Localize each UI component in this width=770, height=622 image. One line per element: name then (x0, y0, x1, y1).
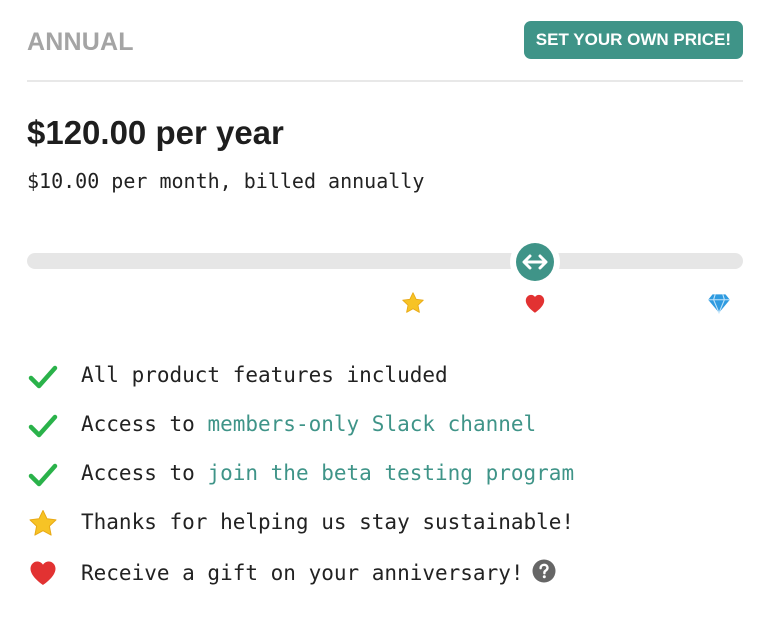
feature-text-part: Thanks for helping us stay sustainable! (81, 510, 575, 534)
diamond-icon (708, 294, 730, 315)
heart-icon (30, 561, 56, 585)
plan-price: $120.00 per year (27, 114, 284, 151)
check-icon (28, 463, 58, 487)
tier-star-icon[interactable] (400, 290, 426, 316)
feature-text-part: Access to (81, 461, 208, 485)
price-slider-handle[interactable] (510, 237, 561, 287)
feature-text-part: All product features included (81, 363, 448, 387)
plan-price-subtitle: $10.00 per month, billed annually (27, 169, 425, 193)
feature-text-part: Receive a gift on your anniversary! (81, 561, 524, 585)
feature-text: Access to members-only Slack channel (81, 412, 536, 436)
plan-header: ANNUAL SET YOUR OWN PRICE! (27, 20, 743, 82)
feature-text: All product features included (81, 363, 448, 387)
question-icon[interactable] (532, 559, 556, 583)
feature-text: Access to join the beta testing program (81, 461, 574, 485)
tier-diamond-icon[interactable] (706, 290, 732, 316)
set-own-price-button[interactable]: SET YOUR OWN PRICE! (523, 21, 743, 59)
tier-heart-icon[interactable] (522, 290, 548, 316)
slack-channel-link[interactable]: members-only Slack channel (207, 412, 536, 436)
star-icon (29, 510, 57, 536)
check-icon (28, 365, 58, 389)
arrows-horizontal-icon (522, 254, 548, 270)
feature-text-part: Access to (81, 412, 208, 436)
beta-program-link[interactable]: join the beta testing program (207, 461, 574, 485)
star-icon (402, 292, 424, 313)
plan-name: ANNUAL (27, 28, 134, 56)
price-slider-track[interactable] (27, 253, 743, 269)
check-icon (28, 414, 58, 438)
heart-icon (525, 294, 545, 313)
feature-text: Receive a gift on your anniversary! (81, 559, 556, 585)
pricing-card: ANNUAL SET YOUR OWN PRICE! $120.00 per y… (0, 0, 770, 622)
feature-text: Thanks for helping us stay sustainable! (81, 510, 574, 534)
